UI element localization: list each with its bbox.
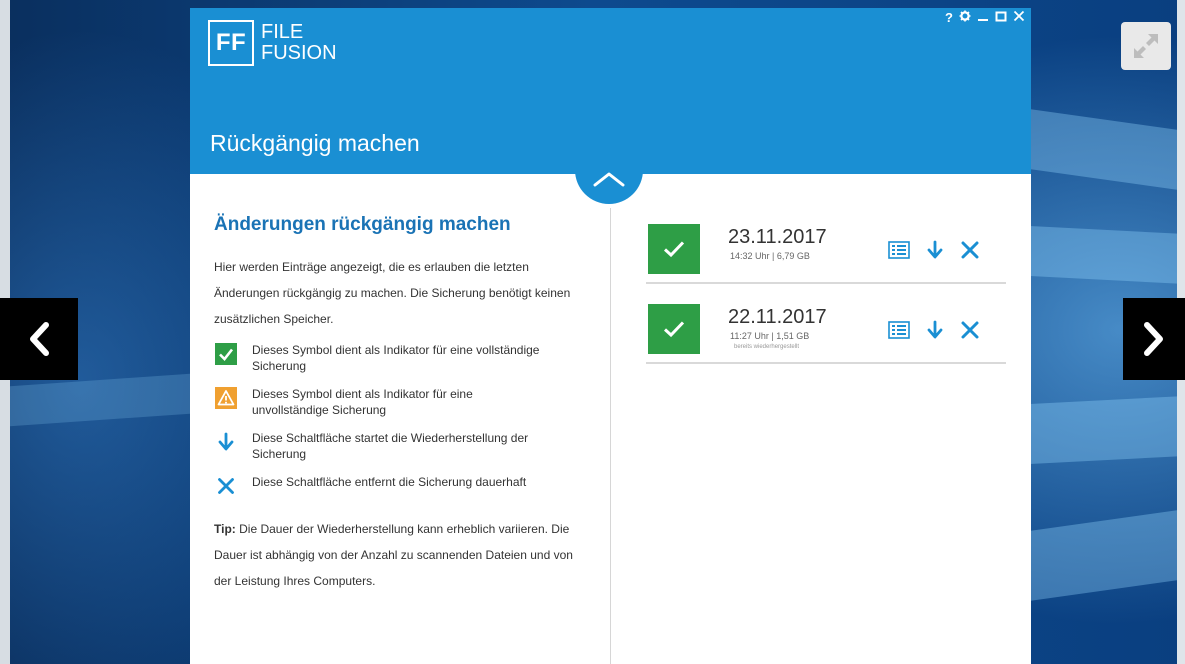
logo-line-1: FILE (261, 21, 304, 43)
light-beam (10, 373, 190, 427)
logo-mark: FF (208, 20, 254, 66)
info-pane: Änderungen rückgängig machen Hier werden… (214, 214, 574, 594)
light-beam (1030, 225, 1185, 285)
list-icon (888, 321, 910, 339)
app-header: FF FILE FUSION ? Rückgängig machen (190, 8, 1031, 174)
backup-status-note: bereits wiederhergestellt (734, 344, 800, 350)
arrow-down-icon (927, 320, 943, 339)
light-beam (1030, 509, 1185, 601)
tip-body: Die Dauer der Wiederherstellung kann erh… (214, 522, 573, 588)
arrow-down-icon (214, 430, 238, 454)
delete-button[interactable] (960, 240, 980, 260)
details-button[interactable] (888, 241, 910, 259)
legend-item: Dieses Symbol dient als Indikator für ei… (214, 386, 574, 418)
close-window-button[interactable] (1013, 10, 1025, 25)
backup-meta: 11:27 Uhr | 1,51 GB (730, 331, 810, 341)
backup-date: 23.11.2017 (728, 226, 827, 248)
file-fusion-window: FF FILE FUSION ? Rückgängig machen Änder… (190, 8, 1031, 664)
legend-item: Dieses Symbol dient als Indikator für ei… (214, 342, 574, 374)
backup-date: 22.11.2017 (728, 306, 827, 328)
close-icon (961, 321, 979, 339)
app-logo: FF FILE FUSION (208, 20, 337, 66)
backup-meta: 14:32 Uhr | 6,79 GB (730, 251, 810, 261)
close-icon (961, 241, 979, 259)
backup-actions (888, 320, 980, 340)
backup-list: 23.11.2017 14:32 Uhr | 6,79 GB 22.11.201… (646, 218, 1006, 378)
logo-wordmark: FILE FUSION (261, 22, 337, 64)
next-button[interactable] (1123, 298, 1185, 380)
chevron-up-icon (593, 172, 625, 187)
details-button[interactable] (888, 321, 910, 339)
settings-button[interactable] (959, 10, 971, 25)
fullscreen-button[interactable] (1121, 22, 1171, 70)
maximize-icon (995, 11, 1007, 22)
section-heading: Änderungen rückgängig machen (214, 214, 511, 235)
delete-button[interactable] (960, 320, 980, 340)
tip-label: Tip: (214, 522, 236, 536)
close-icon (1013, 10, 1025, 22)
backup-entry: 23.11.2017 14:32 Uhr | 6,79 GB (646, 218, 1006, 284)
help-button[interactable]: ? (945, 10, 953, 25)
backup-entry: 22.11.2017 11:27 Uhr | 1,51 GB bereits w… (646, 298, 1006, 364)
list-icon (888, 241, 910, 259)
tip-text: Tip: Die Dauer der Wiederherstellung kan… (214, 516, 574, 594)
page-title: Rückgängig machen (210, 130, 420, 156)
check-icon (214, 342, 238, 366)
restore-button[interactable] (926, 320, 944, 340)
light-beam (1030, 395, 1185, 465)
expand-icon (1134, 34, 1158, 58)
window-controls: ? (945, 10, 1025, 25)
light-beam (1030, 109, 1185, 191)
legend-text: Dieses Symbol dient als Indikator für ei… (252, 343, 540, 373)
restore-button[interactable] (926, 240, 944, 260)
warning-icon (214, 386, 238, 410)
previous-button[interactable] (0, 298, 78, 380)
check-icon (663, 321, 685, 338)
complete-backup-indicator (648, 224, 700, 274)
chevron-right-icon (1144, 322, 1163, 356)
legend-text: Dieses Symbol dient als Indikator für ei… (252, 387, 473, 417)
check-icon (663, 241, 685, 258)
legend-item: Diese Schaltfläche entfernt die Sicherun… (214, 474, 574, 498)
chevron-left-icon (30, 322, 49, 356)
complete-backup-indicator (648, 304, 700, 354)
legend-text: Diese Schaltfläche startet die Wiederher… (252, 431, 529, 461)
maximize-button[interactable] (995, 10, 1007, 25)
collapse-header-button[interactable] (575, 154, 643, 204)
pane-divider (610, 208, 611, 664)
gear-icon (959, 10, 971, 22)
minimize-button[interactable] (977, 10, 989, 25)
legend-text: Diese Schaltfläche entfernt die Sicherun… (252, 475, 527, 489)
close-icon (214, 474, 238, 498)
legend-item: Diese Schaltfläche startet die Wiederher… (214, 430, 574, 462)
logo-line-2: FUSION (261, 42, 337, 64)
backup-actions (888, 240, 980, 260)
intro-text: Hier werden Einträge angezeigt, die es e… (214, 260, 571, 326)
minimize-icon (978, 19, 988, 21)
arrow-down-icon (927, 240, 943, 259)
